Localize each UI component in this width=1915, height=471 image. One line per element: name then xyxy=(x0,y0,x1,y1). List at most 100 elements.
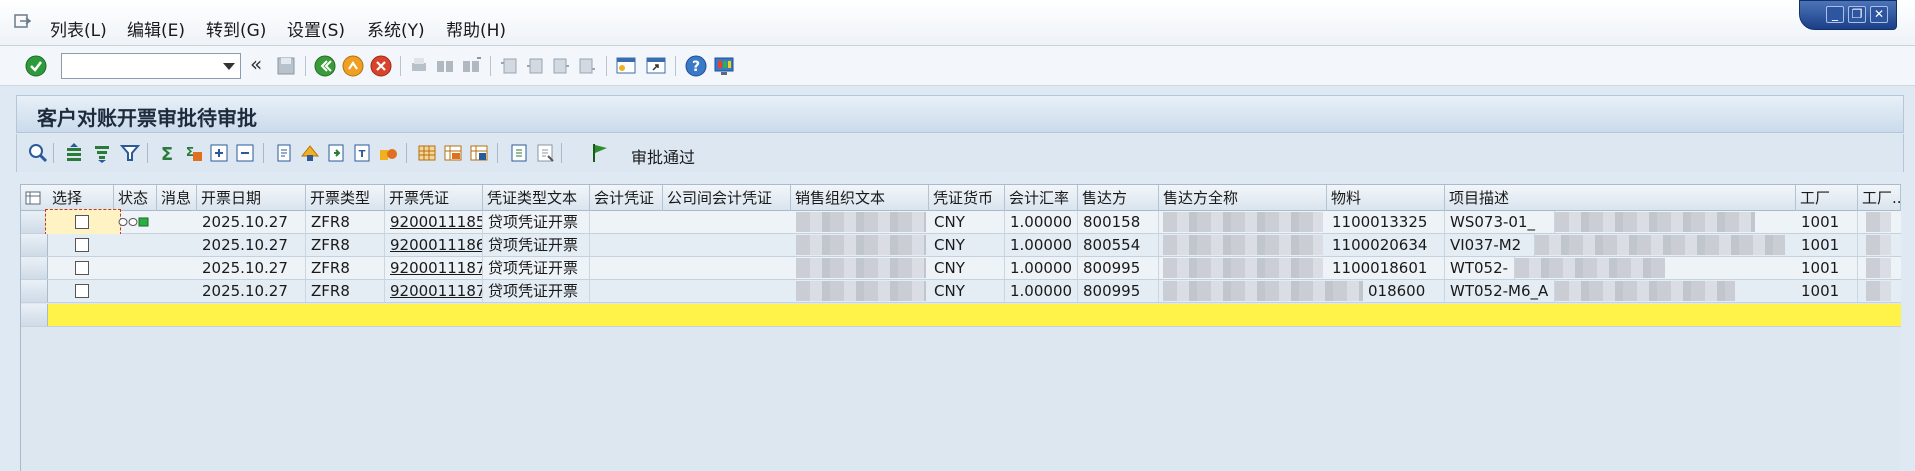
col-header-plant[interactable]: 工厂 xyxy=(1796,185,1858,211)
export-icon[interactable] xyxy=(299,142,321,164)
spreadsheet-icon[interactable] xyxy=(325,142,347,164)
command-field[interactable] xyxy=(61,53,241,79)
menu-entry-icon[interactable] xyxy=(14,14,32,30)
details-icon[interactable] xyxy=(27,142,49,164)
col-header-status[interactable]: 状态 xyxy=(114,185,157,211)
prev-page-icon[interactable] xyxy=(523,54,547,78)
cell-currency: CNY xyxy=(929,211,1005,233)
row-selector[interactable] xyxy=(21,304,48,326)
word-processing-icon[interactable]: T xyxy=(351,142,373,164)
expand-icon[interactable] xyxy=(208,142,230,164)
row-selector[interactable] xyxy=(21,257,48,279)
col-header-plant-2[interactable]: 工厂... xyxy=(1858,185,1901,211)
graphic-icon[interactable] xyxy=(534,142,556,164)
sum-icon[interactable]: Σ xyxy=(156,142,178,164)
empty-row[interactable] xyxy=(21,304,1901,327)
first-page-icon[interactable] xyxy=(497,54,521,78)
toolbar-separator xyxy=(561,143,562,163)
col-header-acct-doc[interactable]: 会计凭证 xyxy=(590,185,663,211)
cell-billing-doc-link[interactable]: 9200011186 xyxy=(385,234,483,256)
cancel-icon[interactable] xyxy=(369,54,393,78)
col-header-currency[interactable]: 凭证货币 xyxy=(929,185,1005,211)
collapse-icon[interactable] xyxy=(234,142,256,164)
next-page-icon[interactable] xyxy=(549,54,573,78)
abc-analysis-icon[interactable] xyxy=(377,142,399,164)
cell-currency: CNY xyxy=(929,257,1005,279)
information-icon[interactable] xyxy=(508,142,530,164)
cell-doc-type-text: 贷项凭证开票 xyxy=(483,257,590,279)
save-layout-icon[interactable] xyxy=(468,142,490,164)
table-row[interactable]: 2025.10.27 ZFR8 9200011185 贷项凭证开票 CNY 1.… xyxy=(21,209,1901,235)
col-header-doc-type-text[interactable]: 凭证类型文本 xyxy=(483,185,590,211)
find-next-icon[interactable] xyxy=(459,54,483,78)
cell-item-desc: WT052-M6_A xyxy=(1445,280,1555,302)
close-button[interactable]: ✕ xyxy=(1870,6,1888,23)
chevron-down-icon[interactable] xyxy=(223,63,235,70)
table-row[interactable]: 2025.10.27 ZFR8 9200011186 贷项凭证开票 CNY 1.… xyxy=(21,234,1901,257)
select-checkbox[interactable] xyxy=(75,261,89,275)
help-icon[interactable]: ? xyxy=(684,54,708,78)
back-icon[interactable] xyxy=(313,54,337,78)
col-header-message[interactable]: 消息 xyxy=(157,185,197,211)
shortcut-icon[interactable] xyxy=(644,54,668,78)
sort-descending-icon[interactable] xyxy=(91,142,113,164)
col-header-billing-type[interactable]: 开票类型 xyxy=(306,185,385,211)
col-header-material[interactable]: 物料 xyxy=(1327,185,1445,211)
toolbar-separator xyxy=(490,56,491,76)
menu-settings[interactable]: 设置(S) xyxy=(287,16,345,41)
col-header-intercompany-doc[interactable]: 公司间会计凭证 xyxy=(663,185,791,211)
print-preview-icon[interactable] xyxy=(273,142,295,164)
sort-ascending-icon[interactable] xyxy=(63,142,85,164)
col-header-exchange-rate[interactable]: 会计汇率 xyxy=(1005,185,1078,211)
restore-button[interactable]: ❐ xyxy=(1848,6,1866,23)
menu-help[interactable]: 帮助(H) xyxy=(446,16,506,41)
menu-list[interactable]: 列表(L) xyxy=(50,16,107,41)
approve-button[interactable]: 审批通过 xyxy=(631,144,695,168)
redacted-plant-2 xyxy=(1866,235,1891,255)
col-header-sales-org-text[interactable]: 销售组织文本 xyxy=(791,185,929,211)
toolbar-separator xyxy=(400,56,401,76)
cell-billing-doc-link[interactable]: 9200011187 xyxy=(385,280,483,302)
print-icon[interactable] xyxy=(407,54,431,78)
change-layout-icon[interactable] xyxy=(416,142,438,164)
status-light-icon xyxy=(118,217,149,227)
row-selector[interactable] xyxy=(21,234,48,256)
enter-icon[interactable] xyxy=(24,54,48,78)
cell-item-desc: WT052- xyxy=(1445,257,1515,279)
filter-icon[interactable] xyxy=(119,142,141,164)
cell-item-desc: VI037-M2 xyxy=(1445,234,1535,256)
last-page-icon[interactable] xyxy=(575,54,599,78)
select-checkbox[interactable] xyxy=(75,215,89,229)
select-checkbox[interactable] xyxy=(75,238,89,252)
table-row[interactable]: 2025.10.27 ZFR8 9200011187 贷项凭证开票 CNY 1.… xyxy=(21,257,1901,280)
exit-icon[interactable] xyxy=(341,54,365,78)
command-field-toggle[interactable]: « xyxy=(250,52,262,76)
cell-plant: 1001 xyxy=(1796,234,1858,256)
col-header-billing-date[interactable]: 开票日期 xyxy=(197,185,306,211)
subtotal-icon[interactable]: Σ xyxy=(182,142,204,164)
col-header-billing-doc[interactable]: 开票凭证 xyxy=(385,185,483,211)
col-header-sold-to-name[interactable]: 售达方全称 xyxy=(1159,185,1327,211)
select-checkbox[interactable] xyxy=(75,284,89,298)
menu-goto[interactable]: 转到(G) xyxy=(206,16,266,41)
row-selector[interactable] xyxy=(21,211,48,233)
select-all-icon[interactable] xyxy=(25,190,43,206)
row-selector[interactable] xyxy=(21,280,48,302)
save-icon[interactable] xyxy=(274,54,298,78)
col-header-sold-to[interactable]: 售达方 xyxy=(1078,185,1159,211)
menu-edit[interactable]: 编辑(E) xyxy=(127,16,185,41)
cell-billing-doc-link[interactable]: 9200011185 xyxy=(385,211,483,233)
col-header-item-desc[interactable]: 项目描述 xyxy=(1445,185,1796,211)
find-icon[interactable] xyxy=(433,54,457,78)
table-row[interactable]: 2025.10.27 ZFR8 9200011187 贷项凭证开票 CNY 1.… xyxy=(21,280,1901,303)
redacted-plant-2 xyxy=(1866,281,1891,301)
minimize-button[interactable]: _ xyxy=(1826,6,1844,23)
col-header-select[interactable]: 选择 xyxy=(48,185,114,211)
new-session-icon[interactable] xyxy=(614,54,638,78)
choose-layout-icon[interactable] xyxy=(442,142,464,164)
approve-flag-icon[interactable] xyxy=(589,142,611,164)
menu-system[interactable]: 系统(Y) xyxy=(367,16,425,41)
cell-billing-doc-link[interactable]: 9200011187 xyxy=(385,257,483,279)
customize-layout-icon[interactable] xyxy=(712,54,736,78)
svg-text:Σ: Σ xyxy=(186,145,194,159)
